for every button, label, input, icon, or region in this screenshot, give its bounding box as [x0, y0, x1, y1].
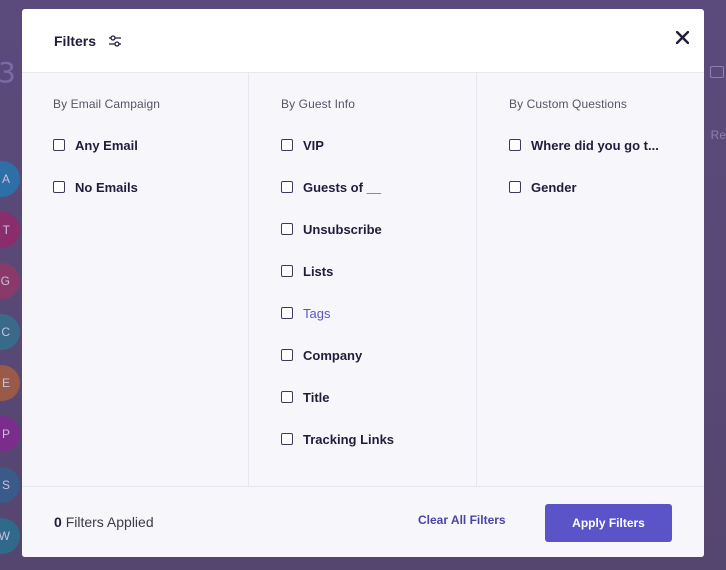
email-campaign-column: By Email Campaign Any Email No Emails	[22, 73, 249, 486]
checkbox[interactable]	[281, 181, 293, 193]
filters-applied-label: Filters Applied	[65, 514, 154, 530]
filter-vip[interactable]: VIP	[281, 137, 476, 153]
option-label: Guests of __	[303, 179, 382, 195]
background-label: Re	[710, 128, 726, 142]
filters-applied-count: 0	[54, 514, 62, 530]
filter-where-did-you-go[interactable]: Where did you go t...	[509, 137, 704, 153]
filters-applied-status: 0 Filters Applied	[54, 514, 154, 530]
avatar: W	[0, 518, 20, 554]
option-label: Tags	[303, 305, 331, 321]
close-button[interactable]	[672, 27, 692, 47]
option-label: Tracking Links	[303, 431, 395, 447]
modal-title: Filters	[54, 32, 97, 49]
filters-modal: Filters By Email Campaign Any Email No E…	[22, 9, 704, 557]
background-export-icon	[710, 66, 724, 78]
avatar: C	[0, 314, 20, 350]
filter-tags[interactable]: Tags	[281, 305, 476, 321]
checkbox[interactable]	[509, 139, 521, 151]
guest-info-column: By Guest Info VIP Guests of __ Unsubscri…	[249, 73, 477, 486]
custom-questions-column: By Custom Questions Where did you go t..…	[477, 73, 704, 486]
sliders-icon	[108, 34, 122, 48]
option-label: Where did you go t...	[531, 137, 659, 153]
apply-filters-button[interactable]: Apply Filters	[545, 504, 672, 542]
option-label: Title	[303, 389, 330, 405]
filter-no-emails[interactable]: No Emails	[53, 179, 248, 195]
filter-tracking-links[interactable]: Tracking Links	[281, 431, 476, 447]
filter-lists[interactable]: Lists	[281, 263, 476, 279]
filter-gender[interactable]: Gender	[509, 179, 704, 195]
background-number: 3	[0, 56, 16, 89]
column-heading: By Guest Info	[281, 97, 356, 111]
filter-any-email[interactable]: Any Email	[53, 137, 248, 153]
avatar: T	[0, 212, 20, 248]
checkbox[interactable]	[509, 181, 521, 193]
filter-unsubscribe[interactable]: Unsubscribe	[281, 221, 476, 237]
clear-all-filters-button[interactable]: Clear All Filters	[418, 513, 506, 527]
checkbox[interactable]	[281, 223, 293, 235]
option-label: Gender	[531, 179, 577, 195]
avatar: P	[0, 416, 20, 452]
checkbox[interactable]	[53, 181, 65, 193]
option-label: Unsubscribe	[303, 221, 382, 237]
avatar: S	[0, 467, 20, 503]
option-label: VIP	[303, 137, 324, 153]
column-heading: By Custom Questions	[509, 97, 627, 111]
filter-guests-of[interactable]: Guests of __	[281, 179, 476, 195]
column-heading: By Email Campaign	[53, 97, 161, 111]
option-label: Any Email	[75, 137, 138, 153]
checkbox[interactable]	[281, 433, 293, 445]
checkbox[interactable]	[281, 265, 293, 277]
filter-columns: By Email Campaign Any Email No Emails By…	[22, 73, 704, 486]
checkbox[interactable]	[281, 391, 293, 403]
avatar: E	[0, 365, 20, 401]
close-icon	[675, 30, 689, 44]
option-label: Company	[303, 347, 363, 363]
avatar: A	[0, 161, 20, 197]
checkbox[interactable]	[281, 307, 293, 319]
checkbox[interactable]	[281, 139, 293, 151]
filter-company[interactable]: Company	[281, 347, 476, 363]
checkbox[interactable]	[53, 139, 65, 151]
option-label: No Emails	[75, 179, 138, 195]
filter-title[interactable]: Title	[281, 389, 476, 405]
modal-header: Filters	[22, 9, 704, 73]
option-label: Lists	[303, 263, 334, 279]
checkbox[interactable]	[281, 349, 293, 361]
modal-footer: 0 Filters Applied Clear All Filters Appl…	[22, 486, 704, 557]
avatar: G	[0, 263, 20, 299]
